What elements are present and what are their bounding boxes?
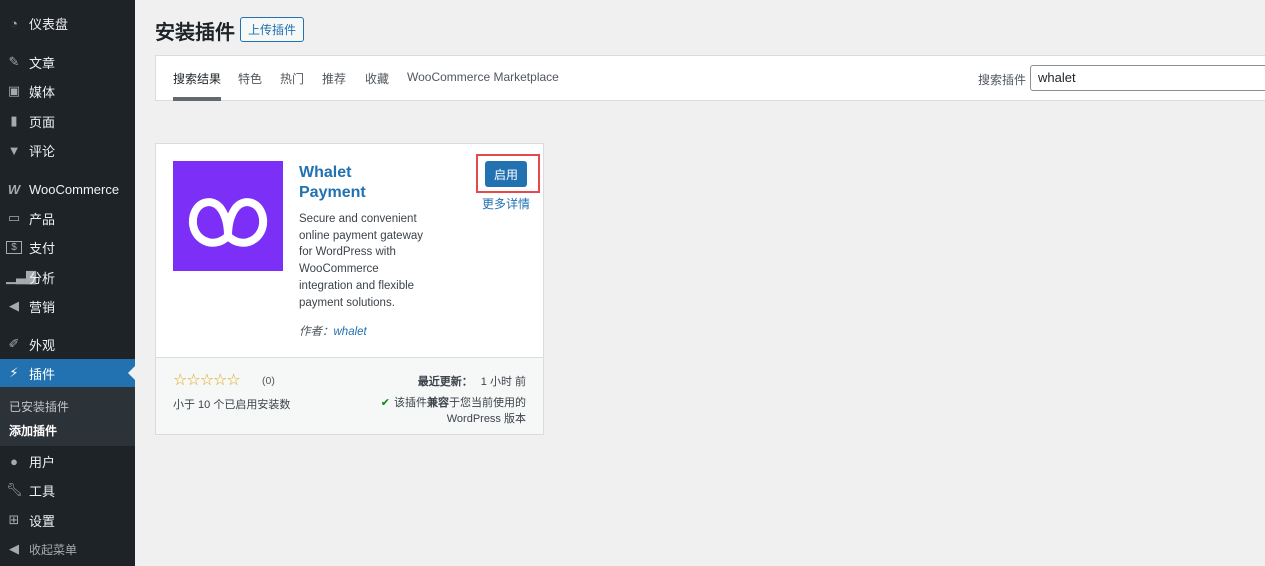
menu-label: 媒体 — [29, 84, 56, 100]
search-input[interactable]: whalet — [1030, 65, 1265, 91]
activate-button[interactable]: 启用 — [485, 161, 527, 187]
media-icon: ▣ — [7, 83, 21, 98]
archive-icon: ▭ — [7, 210, 21, 225]
last-updated: 最近更新： 1 小时 前 — [417, 376, 526, 388]
plugin-card: Whalet Payment Secure and convenient onl… — [155, 143, 544, 435]
menu-analytics[interactable]: ▁▃▇ 分析 — [0, 263, 135, 291]
menu-marketing[interactable]: ◀ 营销 — [0, 292, 135, 320]
menu-label: 营销 — [29, 299, 56, 315]
menu-label: 插件 — [29, 366, 56, 382]
plugin-card-footer: ☆☆☆☆☆ (0) 小于 10 个已启用安装数 最近更新： 1 小时 前 ✔ 该插件… — [156, 357, 543, 434]
wrench-icon: 🔧︎ — [6, 482, 23, 497]
collapse-icon: ◀ — [9, 541, 19, 556]
pin-icon: ✎ — [8, 54, 20, 69]
menu-collapse[interactable]: ◀ 收起菜单 — [0, 535, 135, 563]
upload-plugin-button[interactable]: 上传插件 — [240, 17, 304, 42]
menu-dashboard[interactable]: ◔ 仪表盘 — [0, 9, 135, 37]
plugin-title[interactable]: Whalet Payment — [299, 163, 374, 203]
plugins-submenu: 已安装插件 添加插件 — [0, 387, 135, 446]
menu-label: 支付 — [29, 240, 56, 256]
menu-label: 设置 — [29, 513, 56, 529]
plugin-icon: ⚡ — [9, 365, 19, 380]
submenu-installed-plugins[interactable]: 已安装插件 — [9, 398, 69, 415]
menu-label: 页面 — [29, 114, 56, 130]
tab-search-results[interactable]: 搜索结果 — [173, 70, 222, 101]
menu-label: 分析 — [29, 270, 56, 286]
menu-tools[interactable]: 🔧︎ 工具 — [0, 476, 135, 504]
menu-label: 产品 — [29, 211, 56, 227]
tab-featured[interactable]: 特色 — [238, 70, 262, 101]
active-installs: 小于 10 个已启用安装数 — [173, 399, 291, 411]
comment-icon: ▼ — [7, 142, 21, 158]
admin-sidebar: ◔ 仪表盘 ✎ 文章 ▣ 媒体 ▮ 页面 ▼ 评论 W WooCommerce ▭ 产品 $ 支… — [0, 0, 135, 566]
menu-label: 仪表盘 — [29, 16, 69, 32]
tab-popular[interactable]: 热门 — [280, 70, 304, 101]
menu-appearance[interactable]: ✐ 外观 — [0, 330, 135, 358]
more-details-link[interactable]: 更多详情 — [482, 195, 530, 212]
menu-comments[interactable]: ▼ 评论 — [0, 136, 135, 164]
menu-label: 用户 — [29, 454, 56, 470]
page-title: 安装插件 — [155, 22, 235, 44]
menu-pages[interactable]: ▮ 页面 — [0, 107, 135, 135]
menu-label: 工具 — [29, 483, 56, 499]
plugin-description: Secure and convenient online payment gat… — [299, 213, 424, 309]
submenu-add-plugins[interactable]: 添加插件 — [9, 422, 57, 439]
tab-recommended[interactable]: 推荐 — [322, 70, 346, 101]
menu-label: WooCommerce — [29, 181, 120, 197]
plugin-author: 作者：whalet — [299, 326, 367, 338]
menu-products[interactable]: ▭ 产品 — [0, 204, 135, 232]
menu-label: 外观 — [29, 337, 56, 353]
menu-label: 文章 — [29, 55, 56, 71]
chart-icon: ▁▃▇ — [6, 269, 36, 284]
woocommerce-icon: W — [7, 181, 21, 197]
page-icon: ▮ — [10, 113, 18, 128]
plugin-logo — [173, 161, 283, 271]
check-icon: ✔ — [380, 397, 390, 409]
menu-woocommerce[interactable]: W WooCommerce — [0, 175, 135, 203]
search-label: 搜索插件 — [978, 73, 1027, 87]
rating-count: (0) — [262, 375, 275, 387]
menu-posts[interactable]: ✎ 文章 — [0, 48, 135, 76]
dollar-icon: $ — [6, 240, 22, 254]
menu-users[interactable]: ● 用户 — [0, 447, 135, 475]
megaphone-icon: ◀ — [9, 298, 19, 313]
tab-favorites[interactable]: 收藏 — [365, 70, 389, 101]
compatibility: ✔ 该插件兼容于您当前使用的 WordPress 版本 — [380, 397, 526, 425]
author-link[interactable]: whalet — [334, 326, 367, 338]
menu-media[interactable]: ▣ 媒体 — [0, 77, 135, 105]
star-rating: ☆☆☆☆☆ — [173, 372, 241, 389]
filter-bar: 搜索结果 特色 热门 推荐 收藏 WooCommerce Marketplace… — [155, 55, 1265, 101]
tab-woocommerce-marketplace[interactable]: WooCommerce Marketplace — [407, 70, 559, 101]
brush-icon: ✐ — [8, 336, 20, 351]
menu-settings[interactable]: ⊞ 设置 — [0, 506, 135, 534]
menu-label: 评论 — [29, 143, 56, 159]
user-icon: ● — [10, 453, 18, 469]
settings-icon: ⊞ — [8, 512, 20, 527]
dashboard-icon: ◔ — [10, 15, 18, 31]
menu-payments[interactable]: $ 支付 — [0, 233, 135, 261]
menu-plugins[interactable]: ⚡ 插件 — [0, 359, 135, 387]
menu-label: 收起菜单 — [29, 542, 78, 557]
